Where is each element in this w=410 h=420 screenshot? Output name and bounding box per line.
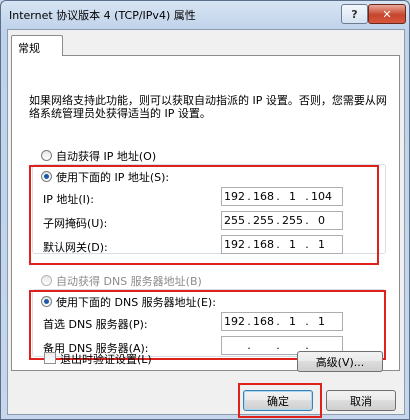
dialog-body: 常规 如果网络支持此功能，则可以获取自动指派的 IP 设置。否则，您需要从网络系… <box>7 29 405 418</box>
description-text: 如果网络支持此功能，则可以获取自动指派的 IP 设置。否则，您需要从网络系统管理… <box>29 94 387 120</box>
validate-on-exit-label[interactable]: 退出时验证设置(L) <box>60 351 152 367</box>
auto-dns-label[interactable]: 自动获得 DNS 服务器地址(B) <box>56 273 202 289</box>
cancel-button[interactable]: 取消 <box>326 390 396 411</box>
dns-highlight-box <box>29 290 386 360</box>
auto-ip-label[interactable]: 自动获得 IP 地址(O) <box>56 148 156 164</box>
ip-highlight-box <box>29 165 379 265</box>
help-icon: ? <box>351 7 358 21</box>
ok-highlight-box <box>238 383 322 418</box>
window-title: Internet 协议版本 4 (TCP/IPv4) 属性 <box>9 9 196 22</box>
general-tab-panel: 如果网络支持此功能，则可以获取自动指派的 IP 设置。否则，您需要从网络系统管理… <box>11 55 400 371</box>
title-bar[interactable]: Internet 协议版本 4 (TCP/IPv4) 属性 ? ✕ <box>1 1 409 27</box>
close-button[interactable]: ✕ <box>368 4 406 24</box>
properties-dialog: Internet 协议版本 4 (TCP/IPv4) 属性 ? ✕ 常规 如果网… <box>0 0 410 420</box>
auto-ip-radio[interactable] <box>41 150 52 161</box>
validate-on-exit-checkbox[interactable] <box>44 352 56 364</box>
help-button[interactable]: ? <box>341 4 368 24</box>
close-icon: ✕ <box>382 7 392 21</box>
advanced-button[interactable]: 高级(V)... <box>297 351 383 372</box>
tab-general[interactable]: 常规 <box>11 35 63 56</box>
auto-dns-radio[interactable] <box>41 275 52 286</box>
